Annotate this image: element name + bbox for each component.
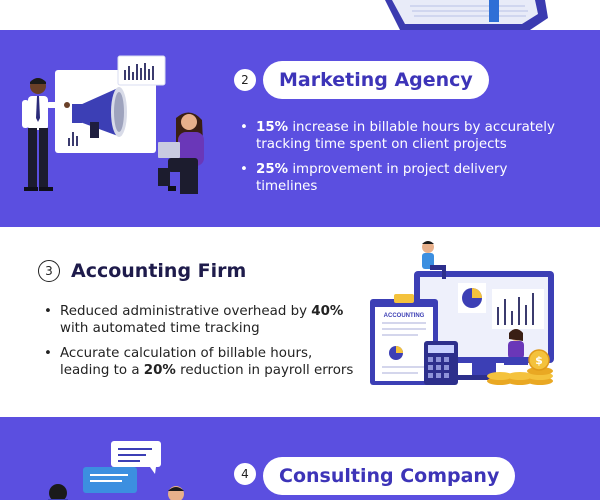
section-number-2: 2: [234, 69, 256, 91]
list-item: 15% increase in billable hours by accura…: [240, 119, 570, 153]
section-consulting-company: 4 Consulting Company: [0, 417, 600, 500]
laptop-icon: [158, 142, 180, 158]
section-accounting-firm: 3 Accounting Firm Reduced administrative…: [0, 227, 600, 417]
svg-text:$: $: [535, 354, 543, 367]
laptop-illustration: [385, 0, 548, 30]
section-title-consulting-company: Consulting Company: [263, 457, 516, 495]
woman-figure: [158, 112, 204, 194]
section-marketing-agency: 2 Marketing Agency 15% increase in billa…: [0, 30, 600, 227]
marketing-benefits-list: 15% increase in billable hours by accura…: [240, 119, 570, 203]
top-strip: [0, 0, 600, 30]
section-title-marketing-agency: Marketing Agency: [263, 61, 489, 99]
section-number-4: 4: [234, 463, 256, 485]
accounting-illustration: ACCOUNTING $: [370, 241, 554, 385]
list-item: 25% improvement in project delivery time…: [240, 161, 570, 195]
clipboard-label: ACCOUNTING: [384, 313, 425, 319]
